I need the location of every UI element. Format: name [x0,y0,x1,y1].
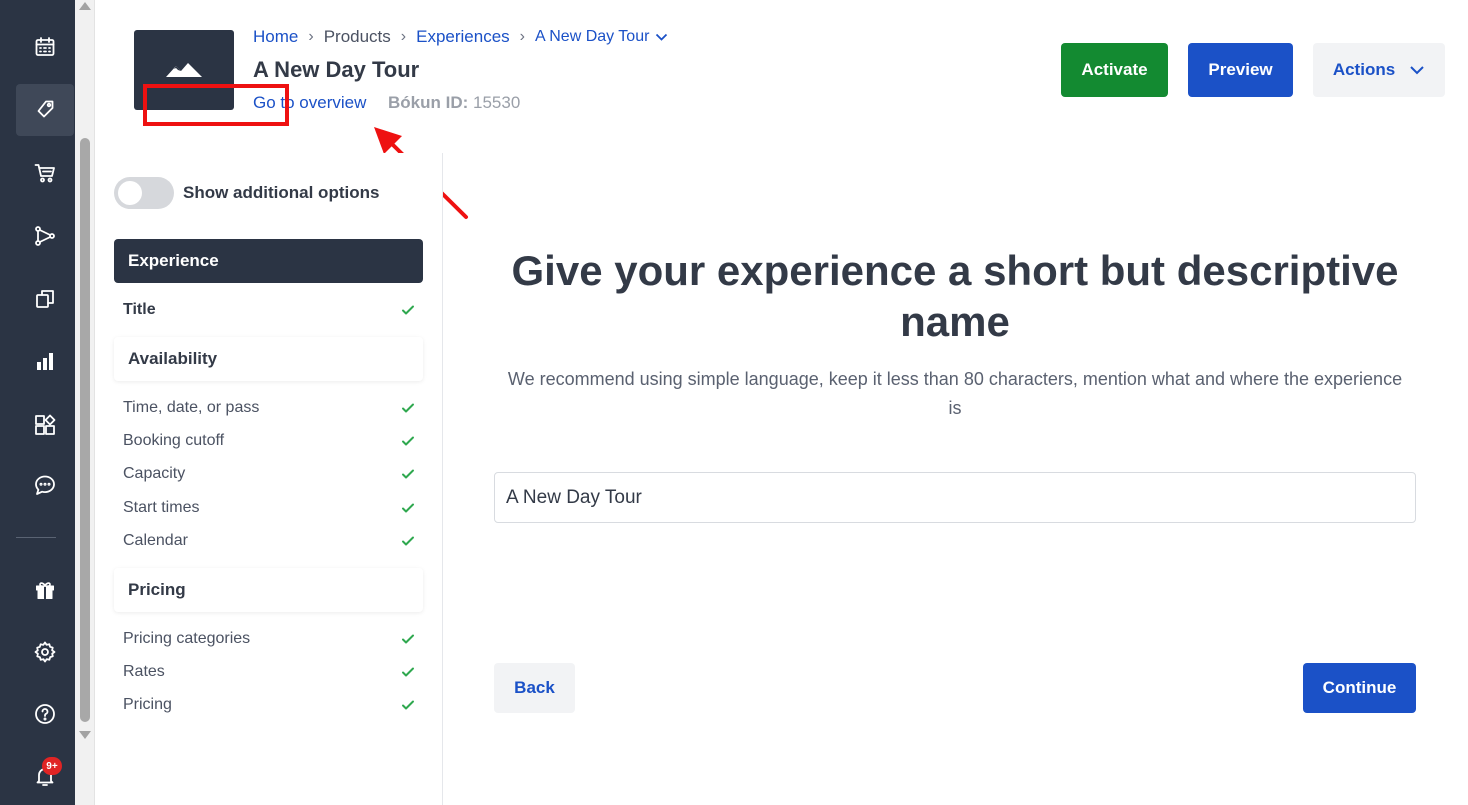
cart-icon[interactable] [16,147,74,199]
calendar-icon[interactable] [16,21,74,73]
check-icon [401,434,415,448]
additional-options-toggle[interactable] [114,177,174,209]
gift-icon[interactable] [16,564,74,616]
breadcrumb: Home › Products › Experiences › A New Da… [253,26,668,48]
product-id-label: Bókun ID: [388,93,469,112]
scroll-down-arrow-icon[interactable] [79,731,91,739]
sidebar-item-label: Time, date, or pass [123,399,260,416]
sidebar-item-label: Title [123,301,156,318]
chevron-down-icon [656,33,668,41]
bar-chart-icon[interactable] [16,336,74,388]
check-icon [401,632,415,646]
breadcrumb-current-dropdown[interactable]: A New Day Tour [535,28,668,46]
actions-dropdown-button[interactable]: Actions [1313,43,1445,97]
network-icon[interactable] [16,210,74,262]
chevron-right-icon: › [308,28,314,45]
product-id: Bókun ID: 15530 [388,93,520,113]
chevron-right-icon: › [519,28,525,45]
sidebar-item-title[interactable]: Title [123,298,415,322]
toggle-label: Show additional options [183,183,380,202]
widgets-icon[interactable] [16,399,74,451]
check-icon [401,698,415,712]
sidebar-item-capacity[interactable]: Capacity [123,462,415,486]
scroll-up-arrow-icon[interactable] [79,2,91,10]
sidebar-section-pricing[interactable]: Pricing [114,568,423,612]
app-rail: 9+ [0,0,75,805]
sidebar-section-availability[interactable]: Availability [114,337,423,381]
check-icon [401,501,415,515]
breadcrumb-products: Products [323,27,391,46]
check-icon [401,534,415,548]
chat-icon[interactable] [16,459,74,511]
toggle-knob [118,181,142,205]
main-content: Give your experience a short but descrip… [444,153,1468,805]
breadcrumb-current-label: A New Day Tour [535,28,650,45]
check-icon [401,665,415,679]
breadcrumb-experiences[interactable]: Experiences [416,27,510,47]
back-button[interactable]: Back [494,663,575,713]
help-icon[interactable] [16,688,74,740]
product-id-value: 15530 [473,93,521,112]
experience-name-input[interactable] [494,472,1416,523]
sidebar-item-pricing[interactable]: Pricing [123,693,415,717]
sidebar-item-label: Capacity [123,465,186,482]
notification-badge: 9+ [42,757,62,775]
check-icon [401,401,415,415]
sidebar-scrollbar[interactable] [75,0,95,805]
page-title: A New Day Tour [253,57,420,82]
sidebar-item-pricing-categories[interactable]: Pricing categories [123,627,415,651]
sidebar-item-label: Rates [123,663,165,680]
sidebar-item-rates[interactable]: Rates [123,660,415,684]
sidebar-item-label: Pricing [123,696,172,713]
rail-divider [16,537,56,538]
steps-sidebar: Show additional options Experience Title… [95,153,443,805]
gear-icon[interactable] [16,626,74,678]
step-description: We recommend using simple language, keep… [507,369,1403,418]
annotation-highlight-box [143,84,289,126]
check-icon [401,467,415,481]
breadcrumb-home[interactable]: Home [253,27,298,47]
activate-button[interactable]: Activate [1061,43,1168,97]
copy-icon[interactable] [16,273,74,325]
sidebar-item-label: Pricing categories [123,630,251,647]
actions-label: Actions [1332,60,1396,79]
step-heading: Give your experience a short but descrip… [511,247,1399,345]
sidebar-item-calendar[interactable]: Calendar [123,529,415,553]
product-header: Home › Products › Experiences › A New Da… [95,0,1468,153]
sidebar-item-time-date-pass[interactable]: Time, date, or pass [123,396,415,420]
tag-icon[interactable] [16,84,74,136]
chevron-down-icon [1410,66,1424,75]
check-icon [401,303,415,317]
sidebar-item-label: Start times [123,499,200,516]
scroll-thumb[interactable] [80,138,90,722]
sidebar-item-start-times[interactable]: Start times [123,496,415,520]
sidebar-item-booking-cutoff[interactable]: Booking cutoff [123,429,415,453]
preview-button[interactable]: Preview [1188,43,1293,97]
sidebar-section-experience[interactable]: Experience [114,239,423,283]
mountain-icon [166,63,202,77]
sidebar-item-label: Calendar [123,532,188,549]
chevron-right-icon: › [400,28,407,45]
continue-button[interactable]: Continue [1303,663,1416,713]
sidebar-item-label: Booking cutoff [123,432,225,449]
